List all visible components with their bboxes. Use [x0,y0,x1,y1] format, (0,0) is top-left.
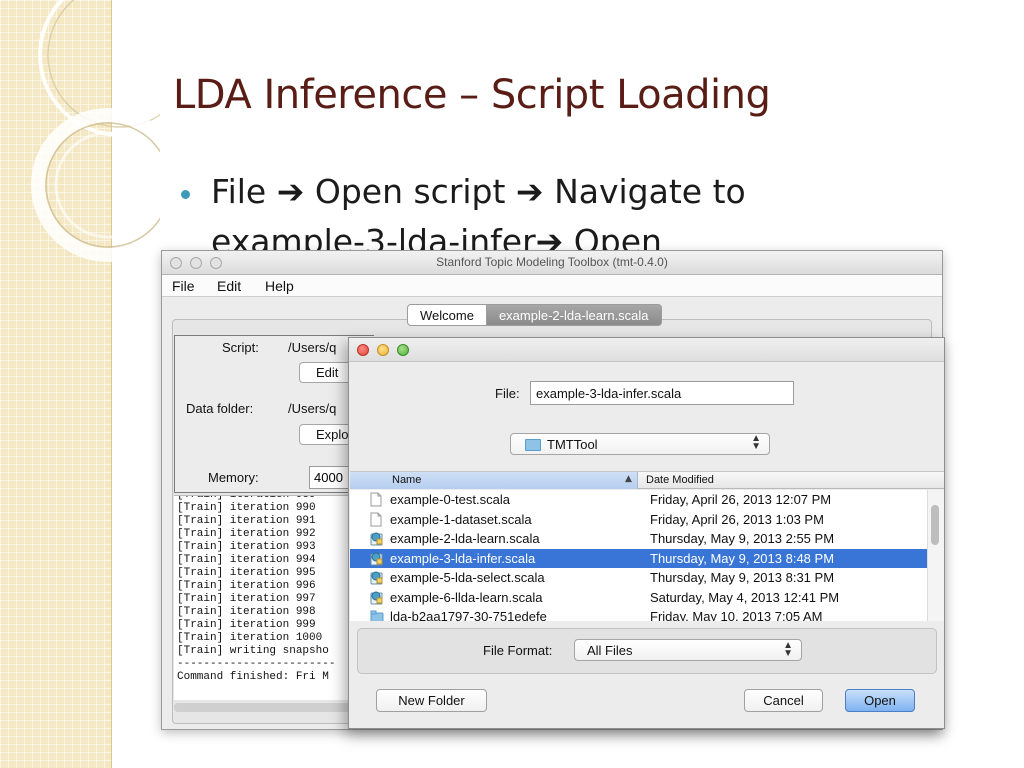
console-line: [Train] iteration 994 [177,554,316,566]
file-format-select[interactable]: All Files ▲ ▼ [574,639,802,661]
window-titlebar: Stanford Topic Modeling Toolbox (tmt-0.4… [162,251,942,275]
console-line: [Train] iteration 999 [177,619,316,631]
file-date-modified: Thursday, May 9, 2013 8:48 PM [650,550,835,566]
data-folder-label: Data folder: [186,401,254,416]
chevron-updown-icon: ▲ ▼ [751,433,761,452]
data-folder-path: /Users/q [288,401,337,416]
open-file-dialog: File: example-3-lda-infer.scala TMTTool … [348,337,945,729]
tab-bar: Welcome example-2-lda-learn.scala [407,304,662,326]
console-line: [Train] iteration 989 [177,495,316,501]
file-row[interactable]: example-5-lda-select.scala Thursday, May … [350,568,927,588]
script-icon [370,531,383,546]
file-date-modified: Thursday, May 9, 2013 2:55 PM [650,531,835,546]
console-line: [Train] iteration 995 [177,567,316,579]
file-date-modified: Saturday, May 4, 2013 12:41 PM [650,589,840,605]
folder-icon [525,439,541,451]
bullet-text-continued: example-3-lda-infer➔ Open [211,222,662,251]
file-name: example-3-lda-infer.scala [390,550,536,566]
zoom-icon[interactable] [397,344,409,356]
bullet-text: File ➔ Open script ➔ Navigate to [211,172,746,211]
file-name: example-0-test.scala [390,492,510,507]
sort-ascending-icon: ▲ [625,474,632,484]
file-name: lda-b2aa1797-30-751edefe [390,609,547,621]
file-name-input[interactable]: example-3-lda-infer.scala [530,381,794,405]
file-date-modified: Friday, April 26, 2013 12:07 PM [650,492,832,507]
column-header-date-modified[interactable]: Date Modified [646,474,714,486]
console-line: [Train] iteration 990 [177,502,316,514]
console-line: [Train] iteration 992 [177,528,316,540]
close-icon[interactable] [357,344,369,356]
minimize-icon[interactable] [377,344,389,356]
console-line: [Train] iteration 998 [177,606,316,618]
bullet-icon [181,190,190,199]
new-folder-button[interactable]: New Folder [376,689,487,712]
menu-help[interactable]: Help [265,278,294,294]
file-date-modified: Friday, May 10, 2013 7:05 AM [650,609,823,621]
file-date-modified: Friday, April 26, 2013 1:03 PM [650,511,824,527]
memory-label: Memory: [208,470,259,485]
document-icon [370,512,382,527]
decorative-rings [31,0,160,262]
file-name: example-5-lda-select.scala [390,570,545,585]
console-line: ------------------------ [177,658,336,670]
tab-example-2-lda-learn[interactable]: example-2-lda-learn.scala [486,304,662,326]
console-horizontal-scrollbar[interactable] [174,703,374,712]
dialog-titlebar [349,338,944,362]
file-name: example-2-lda-learn.scala [390,531,540,546]
menu-edit[interactable]: Edit [217,278,241,294]
file-format-label: File Format: [483,643,553,658]
menu-file[interactable]: File [172,278,195,294]
tab-welcome[interactable]: Welcome [407,304,487,326]
document-icon [370,492,382,507]
folder-select[interactable]: TMTTool ▲ ▼ [510,433,770,455]
cancel-button[interactable]: Cancel [744,689,823,712]
console-line: [Train] writing snapsho [177,645,329,657]
console-line: Command finished: Fri M [177,671,329,683]
file-name-label: File: [495,386,520,401]
file-row[interactable]: lda-b2aa1797-30-751edefe Friday, May 10, … [350,607,927,621]
menu-bar: File Edit Help [162,275,942,297]
script-icon [370,590,383,605]
script-form: Script: /Users/q Edit Data folder: /User… [174,335,379,493]
window-title: Stanford Topic Modeling Toolbox (tmt-0.4… [436,255,668,269]
script-icon [370,551,383,566]
script-icon [370,570,383,585]
file-row[interactable]: example-0-test.scala Friday, April 26, 20… [350,490,927,510]
file-list-scroll-thumb[interactable] [931,505,939,545]
console-line: [Train] iteration 991 [177,515,316,527]
column-header-name[interactable]: Name [350,472,638,489]
slide-title: LDA Inference – Script Loading [173,72,771,118]
console-output: [Train] iteration 989 [Train] iteration 9… [174,495,374,700]
script-path: /Users/q [288,340,337,355]
console-line: [Train] iteration 997 [177,593,316,605]
folder-icon [370,609,384,621]
script-label: Script: [222,340,259,355]
console-line: [Train] iteration 996 [177,580,316,592]
file-format-value: All Files [587,643,633,658]
open-button[interactable]: Open [845,689,915,712]
file-row[interactable]: example-1-dataset.scala Friday, April 26,… [350,510,927,530]
file-list: example-0-test.scala Friday, April 26, 20… [350,490,927,621]
file-row[interactable]: example-6-llda-learn.scala Saturday, May … [350,588,927,608]
file-name: example-6-llda-learn.scala [390,589,543,605]
chevron-updown-icon: ▲ ▼ [783,640,793,659]
file-list-header: Name ▲ Date Modified [350,471,944,489]
console-line: [Train] iteration 993 [177,541,316,553]
file-row[interactable]: example-2-lda-learn.scala Thursday, May 9… [350,529,927,549]
file-row[interactable]: example-3-lda-infer.scala Thursday, May 9… [350,548,927,568]
file-date-modified: Thursday, May 9, 2013 8:31 PM [650,570,835,585]
folder-select-label: TMTTool [547,437,598,452]
console-line: [Train] iteration 1000 [177,632,323,644]
file-name: example-1-dataset.scala [390,511,532,527]
